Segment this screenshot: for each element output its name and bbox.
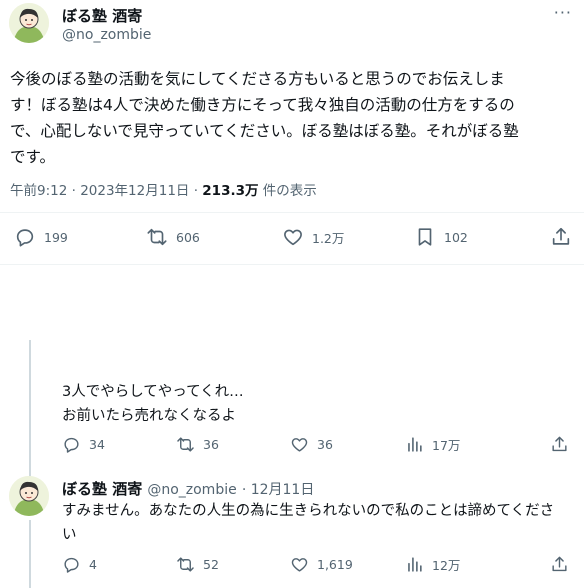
- reply-text-line: 3人でやらしてやってくれ…: [62, 384, 244, 400]
- more-icon[interactable]: ···: [554, 3, 572, 22]
- retweet-count: 606: [176, 229, 200, 245]
- retweet-button[interactable]: 36: [176, 435, 219, 454]
- reply-count: 4: [89, 557, 97, 572]
- tweet-text: 今後のぼる塾の活動を気にしてくださる方もいると思うのでお伝えしま す！ぼる塾は4…: [10, 66, 580, 170]
- share-icon: [552, 556, 567, 572]
- share-icon: [552, 227, 570, 245]
- retweet-button[interactable]: 606: [146, 226, 200, 248]
- views-button[interactable]: 12万: [405, 555, 460, 574]
- tweet-text-line: す！ぼる塾は4人で決めた働き方にそって我々独自の活動の仕方をするの: [10, 96, 515, 114]
- reply-button[interactable]: 34: [62, 435, 105, 454]
- reply-icon: [64, 557, 79, 573]
- reply-text-line: すみません。あなたの人生の為に生きられないので私のことは諦めてくださ: [62, 503, 555, 519]
- divider: [0, 264, 584, 265]
- share-button[interactable]: [550, 226, 572, 248]
- bookmark-count: 102: [444, 229, 468, 245]
- reply-text: 3人でやらしてやってくれ… お前いたら売れなくなるよ: [62, 380, 562, 428]
- like-button[interactable]: 36: [290, 435, 333, 454]
- reply-icon: [64, 437, 79, 453]
- reply-text: すみません。あなたの人生の為に生きられないので私のことは諦めてくださ い: [62, 499, 582, 547]
- retweet-icon: [177, 437, 194, 452]
- author-name[interactable]: ぼる塾 酒寄: [62, 5, 142, 26]
- like-button[interactable]: 1,619: [290, 555, 353, 574]
- reply-text-line: お前いたら売れなくなるよ: [62, 408, 236, 424]
- reply-author-name[interactable]: ぼる塾 酒寄: [62, 480, 142, 498]
- reply-count: 199: [44, 229, 68, 245]
- share-button[interactable]: [550, 435, 569, 454]
- reply-header: ぼる塾 酒寄 @no_zombie · 12月11日: [62, 478, 314, 499]
- like-icon: [291, 438, 308, 452]
- reply-button[interactable]: 4: [62, 555, 97, 574]
- like-count: 1.2万: [312, 230, 345, 246]
- views-icon: [408, 557, 422, 572]
- retweet-icon: [147, 228, 167, 246]
- tweet-meta: 午前9:12 · 2023年12月11日 · 213.3万 件の表示: [10, 179, 317, 199]
- divider: [0, 212, 584, 213]
- author-avatar[interactable]: [9, 3, 49, 43]
- like-button[interactable]: 1.2万: [282, 226, 344, 248]
- reply-button[interactable]: 199: [14, 226, 68, 248]
- like-count: 1,619: [317, 557, 353, 572]
- retweet-button[interactable]: 52: [176, 555, 219, 574]
- retweet-count: 36: [203, 437, 219, 452]
- views-count: 12万: [432, 558, 461, 573]
- like-icon: [284, 229, 302, 246]
- share-button[interactable]: [550, 555, 569, 574]
- like-icon: [291, 558, 308, 572]
- reply-text-line: い: [62, 527, 77, 543]
- retweet-icon: [177, 557, 194, 572]
- bookmark-icon: [418, 228, 432, 246]
- views-count: 213.3万: [202, 183, 259, 199]
- reply-date[interactable]: · 12月11日: [242, 482, 315, 498]
- like-count: 36: [317, 437, 333, 452]
- timestamp[interactable]: 午前9:12 · 2023年12月11日 ·: [10, 183, 202, 199]
- thread-line: [29, 520, 31, 588]
- share-icon: [552, 436, 567, 452]
- retweet-count: 52: [203, 557, 219, 572]
- tweet-text-line: で、心配しないで見守っていてください。ぼる塾はぼる塾。それがぼる塾: [10, 122, 519, 140]
- views-count: 17万: [432, 438, 461, 453]
- author-handle[interactable]: @no_zombie: [62, 27, 151, 43]
- views-icon: [408, 437, 422, 452]
- tweet-text-line: です。: [10, 148, 55, 166]
- views-button[interactable]: 17万: [405, 435, 460, 454]
- reply-author-handle[interactable]: @no_zombie: [147, 482, 236, 498]
- reply-icon: [16, 229, 34, 247]
- tweet-text-line: 今後のぼる塾の活動を気にしてくださる方もいると思うのでお伝えしま: [10, 70, 505, 88]
- views-suffix: 件の表示: [258, 183, 317, 199]
- reply-author-avatar[interactable]: [9, 476, 49, 516]
- bookmark-button[interactable]: 102: [414, 226, 468, 248]
- reply-count: 34: [89, 437, 105, 452]
